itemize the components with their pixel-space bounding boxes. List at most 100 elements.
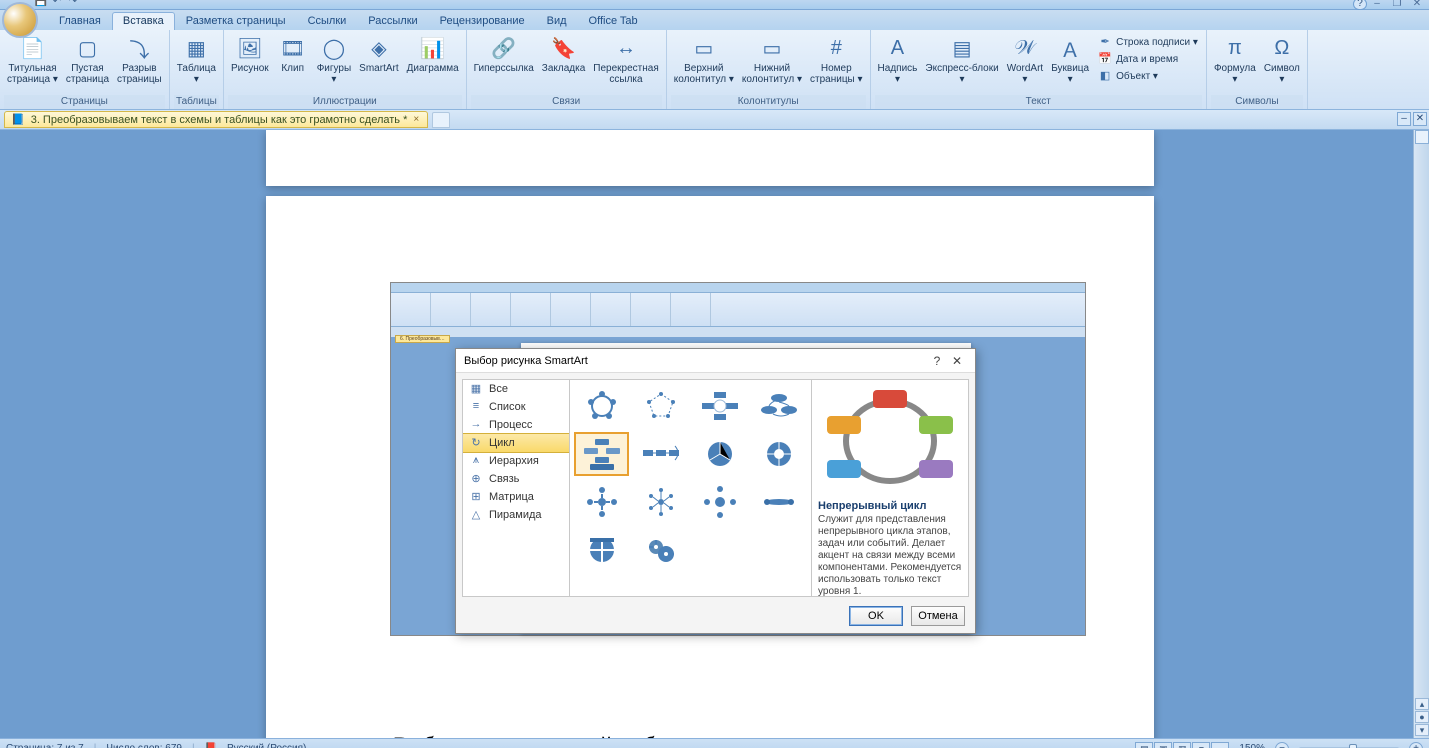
document-tab[interactable]: 📘 3. Преобразовываем текст в схемы и таб… xyxy=(4,111,428,128)
group-label: Символы xyxy=(1211,95,1303,109)
layout-thumb-8[interactable] xyxy=(574,480,629,524)
ribbon-icon: ▢ xyxy=(73,34,101,62)
layout-thumb-4[interactable] xyxy=(574,432,629,476)
layout-thumb-13[interactable] xyxy=(633,528,688,572)
category-пирамида[interactable]: △Пирамида xyxy=(463,506,569,524)
ribbon-объект-[interactable]: ◧Объект ▾ xyxy=(1096,68,1200,84)
ribbon-номер[interactable]: #Номерстраницы ▾ xyxy=(807,32,866,95)
scrollbar-thumb[interactable] xyxy=(1415,130,1429,144)
ribbon-экспресс-блоки[interactable]: ▤Экспресс-блоки▾ xyxy=(922,32,1001,95)
tab-вид[interactable]: Вид xyxy=(536,12,578,30)
ribbon-закладка[interactable]: 🔖Закладка xyxy=(539,32,588,95)
ribbon-рисунок[interactable]: 🖼Рисунок xyxy=(228,32,272,95)
restore-button[interactable]: ❐ xyxy=(1389,0,1405,10)
close-button[interactable]: ✕ xyxy=(1409,0,1425,10)
ribbon-титульная[interactable]: 📄Титульнаястраница ▾ xyxy=(4,32,61,95)
ribbon-надпись[interactable]: AНадпись▾ xyxy=(875,32,921,95)
layout-thumb-7[interactable] xyxy=(752,432,807,476)
save-icon[interactable]: 💾 xyxy=(34,0,48,10)
layout-thumb-3[interactable] xyxy=(752,384,807,428)
browse-object-icon[interactable]: ● xyxy=(1415,711,1429,723)
category-связь[interactable]: ⊕Связь xyxy=(463,470,569,488)
layout-thumb-0[interactable] xyxy=(574,384,629,428)
dialog-titlebar[interactable]: Выбор рисунка SmartArt ? ✕ xyxy=(456,349,975,373)
ribbon-гиперссылка[interactable]: 🔗Гиперссылка xyxy=(471,32,537,95)
ribbon-верхний[interactable]: ▭Верхнийколонтитул ▾ xyxy=(671,32,737,95)
vertical-scrollbar[interactable]: ▴ ● ▾ xyxy=(1413,130,1429,738)
ribbon-фигуры[interactable]: ◯Фигуры▾ xyxy=(314,32,354,95)
minimize-button[interactable]: – xyxy=(1369,0,1385,10)
category-все[interactable]: ▦Все xyxy=(463,380,569,398)
tab-ссылки[interactable]: Ссылки xyxy=(297,12,358,30)
ribbon-строка-подписи-[interactable]: ✒Строка подписи ▾ xyxy=(1096,34,1200,50)
tab-главная[interactable]: Главная xyxy=(48,12,112,30)
dialog-close-icon[interactable]: ✕ xyxy=(947,354,967,368)
cancel-button[interactable]: Отмена xyxy=(911,606,965,626)
dialog-help-icon[interactable]: ? xyxy=(927,354,947,368)
doc-close-icon[interactable]: × xyxy=(413,114,419,125)
ok-button[interactable]: OK xyxy=(849,606,903,626)
zoom-out-button[interactable]: − xyxy=(1275,742,1289,748)
zoom-in-button[interactable]: + xyxy=(1409,742,1423,748)
help-button[interactable]: ? xyxy=(1353,0,1367,10)
ribbon-дата-и-время[interactable]: 📅Дата и время xyxy=(1096,51,1200,67)
ribbon-label: Экспресс-блоки▾ xyxy=(925,63,998,85)
layout-thumb-2[interactable] xyxy=(693,384,748,428)
ribbon-символ[interactable]: ΩСимвол▾ xyxy=(1261,32,1303,95)
redo-icon[interactable]: ↷ xyxy=(66,0,80,10)
prev-page-icon[interactable]: ▴ xyxy=(1415,698,1429,710)
office-button[interactable] xyxy=(2,2,38,38)
ribbon-icon: ▭ xyxy=(690,34,718,62)
tab-close-icon[interactable]: ✕ xyxy=(1413,112,1427,126)
category-иерархия[interactable]: ⩚Иерархия xyxy=(463,452,569,470)
ribbon-label: Номерстраницы ▾ xyxy=(810,63,863,85)
tab-вставка[interactable]: Вставка xyxy=(112,12,175,30)
status-words[interactable]: Число слов: 679 xyxy=(106,743,182,748)
layout-thumb-1[interactable] xyxy=(633,384,688,428)
group-label: Связи xyxy=(471,95,662,109)
status-page[interactable]: Страница: 7 из 7 xyxy=(6,743,84,748)
next-page-icon[interactable]: ▾ xyxy=(1415,724,1429,736)
ribbon-формула[interactable]: πФормула▾ xyxy=(1211,32,1259,95)
tab-window-controls: – ✕ xyxy=(1397,112,1427,126)
web-view-icon[interactable]: ▥ xyxy=(1173,742,1191,748)
fullscreen-view-icon[interactable]: ▣ xyxy=(1154,742,1172,748)
ribbon-нижний[interactable]: ▭Нижнийколонтитул ▾ xyxy=(739,32,805,95)
ribbon-клип[interactable]: 🎞Клип xyxy=(274,32,312,95)
undo-icon[interactable]: ↶ xyxy=(50,0,64,10)
ribbon-пустая[interactable]: ▢Пустаястраница xyxy=(63,32,112,95)
status-zoom[interactable]: 150% xyxy=(1239,743,1265,748)
category-матрица[interactable]: ⊞Матрица xyxy=(463,488,569,506)
layout-thumb-11[interactable] xyxy=(752,480,807,524)
proofing-icon[interactable]: 📕 xyxy=(205,743,217,748)
status-language[interactable]: Русский (Россия) xyxy=(227,743,306,748)
tab-разметка-страницы[interactable]: Разметка страницы xyxy=(175,12,297,30)
layout-thumb-10[interactable] xyxy=(693,480,748,524)
print-layout-view-icon[interactable]: ▤ xyxy=(1135,742,1153,748)
draft-view-icon[interactable]: ▭ xyxy=(1211,742,1229,748)
category-процесс[interactable]: →Процесс xyxy=(463,416,569,434)
tab-рассылки[interactable]: Рассылки xyxy=(357,12,428,30)
group-label: Страницы xyxy=(4,95,165,109)
layout-thumb-9[interactable] xyxy=(633,480,688,524)
category-список[interactable]: ≡Список xyxy=(463,398,569,416)
outline-view-icon[interactable]: ≡ xyxy=(1192,742,1210,748)
ribbon-smartart[interactable]: ◈SmartArt xyxy=(356,32,401,95)
ribbon-буквица[interactable]: ＡБуквица▾ xyxy=(1048,32,1092,95)
layout-thumb-6[interactable] xyxy=(693,432,748,476)
category-цикл[interactable]: ↻Цикл xyxy=(462,433,570,453)
ribbon-диаграмма[interactable]: 📊Диаграмма xyxy=(404,32,462,95)
tab-min-icon[interactable]: – xyxy=(1397,112,1411,126)
ribbon-разрыв[interactable]: ⤵Разрывстраницы xyxy=(114,32,165,95)
new-tab-button[interactable] xyxy=(432,112,450,128)
ribbon-таблица[interactable]: ▦Таблица▾ xyxy=(174,32,219,95)
ribbon-перекрестная[interactable]: ↔Перекрестнаяссылка xyxy=(590,32,661,95)
layout-thumb-5[interactable] xyxy=(633,432,688,476)
ribbon-label: WordArt▾ xyxy=(1007,63,1044,85)
ribbon-icon: 𝒲 xyxy=(1011,34,1039,62)
tab-office-tab[interactable]: Office Tab xyxy=(578,12,649,30)
ribbon-group-связи: 🔗Гиперссылка🔖Закладка↔Перекрестнаяссылка… xyxy=(467,30,667,109)
layout-thumb-12[interactable] xyxy=(574,528,629,572)
tab-рецензирование[interactable]: Рецензирование xyxy=(429,12,536,30)
ribbon-wordart[interactable]: 𝒲WordArt▾ xyxy=(1004,32,1047,95)
